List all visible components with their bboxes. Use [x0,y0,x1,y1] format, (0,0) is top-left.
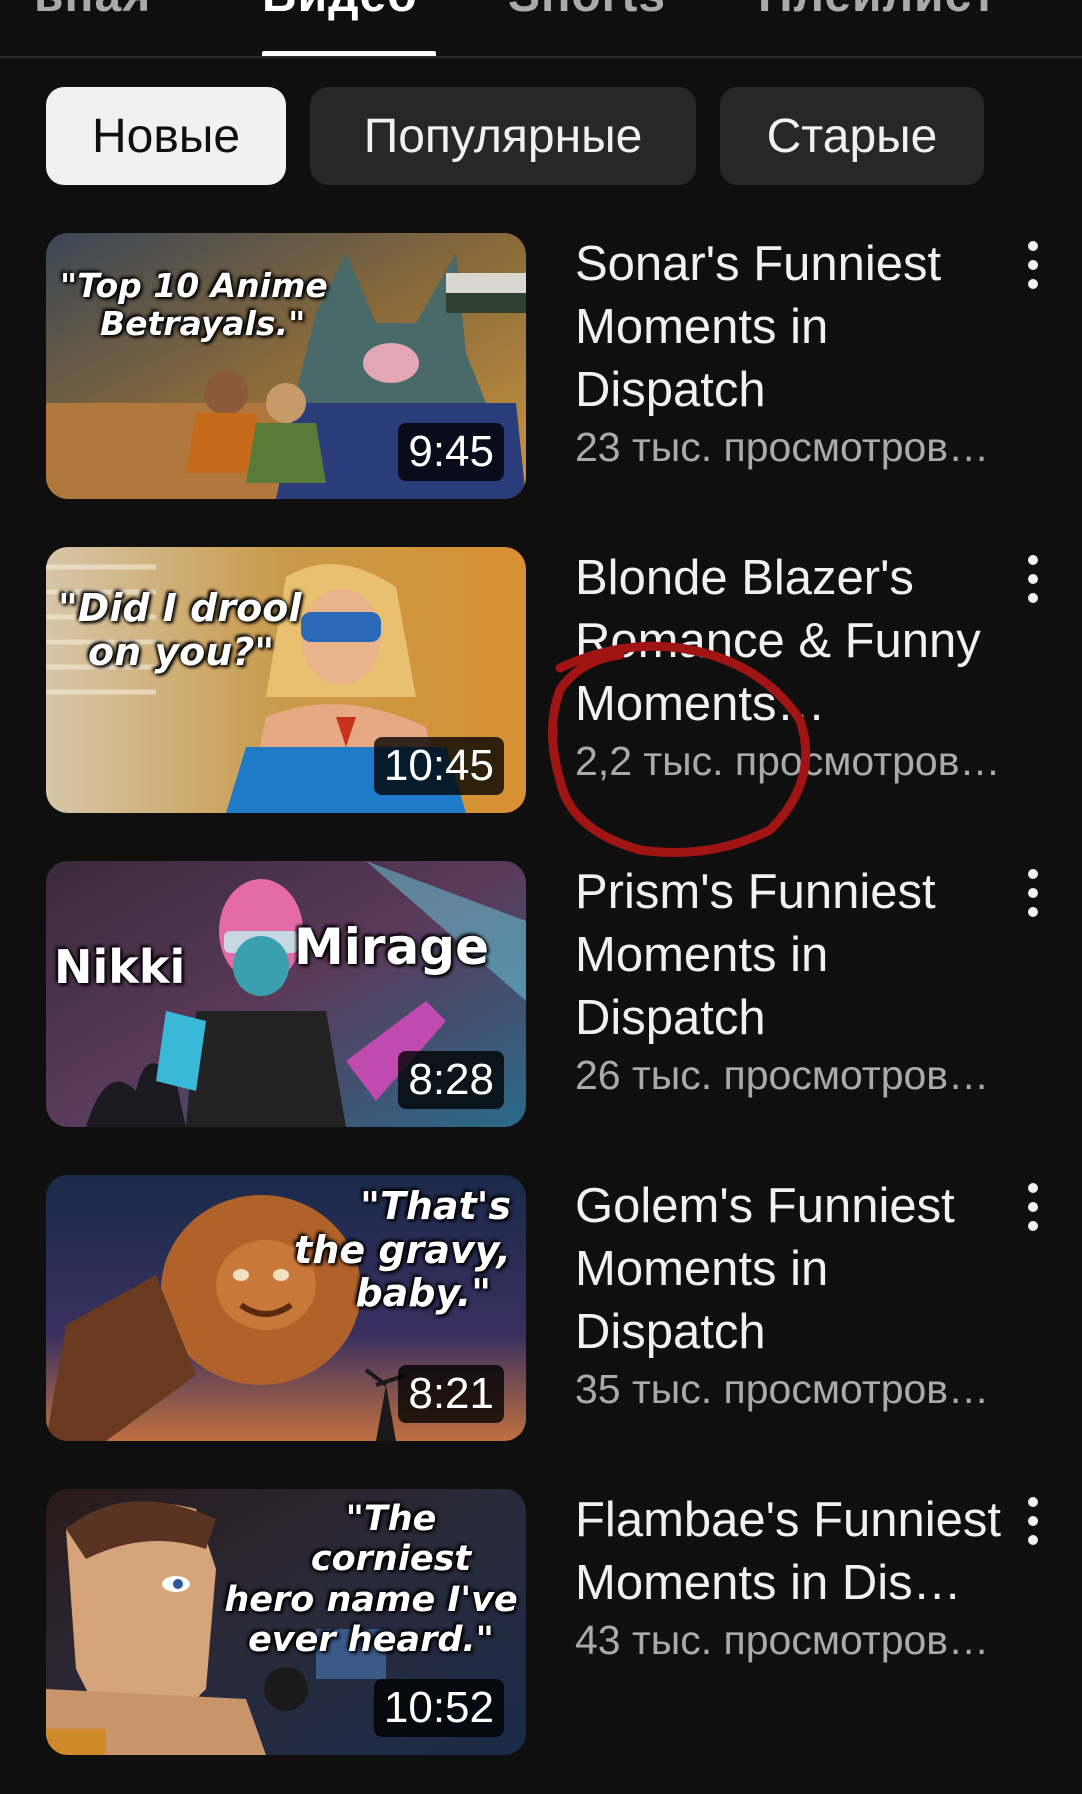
video-thumbnail[interactable]: "The corniest hero name I've ever heard.… [46,1489,526,1755]
thumbnail-caption-line: Betrayals." [100,303,306,343]
thumbnail-caption-line: baby." [355,1271,491,1316]
chip-oldest[interactable]: Старые [720,87,984,185]
chip-newest[interactable]: Новые [46,87,286,185]
thumbnail-caption-line: ever heard." [248,1619,494,1660]
video-item[interactable]: "Did I drool on you?" 10:45 Blonde Blaze… [0,547,1082,817]
video-thumbnail[interactable]: Nikki Mirage 8:28 [46,861,526,1127]
thumbnail-caption-line: hero name I've [224,1579,518,1620]
video-thumbnail[interactable]: "That's the gravy, baby." 8:21 [46,1175,526,1441]
video-views: 43 тыс. просмотров… [575,1617,990,1663]
thumbnail-caption-right: Mirage [294,918,489,976]
video-item[interactable]: "The corniest hero name I've ever heard.… [0,1489,1082,1759]
kebab-menu-icon[interactable] [1020,237,1046,293]
thumbnail-caption: "The corniest hero name I've ever heard.… [221,1499,521,1660]
thumbnail-caption-line: "Top 10 Anime [60,266,328,305]
tab-main[interactable]: ьная [34,0,151,23]
video-info: Flambae's Funniest Moments in Dis… 43 ты… [575,1489,1035,1664]
video-duration: 9:45 [398,423,504,481]
tab-playlists[interactable]: Плейлист [758,0,997,23]
video-views: 35 тыс. просмотров… [575,1366,990,1412]
thumbnail-caption: "That's the gravy, baby." [294,1184,511,1316]
chip-popular[interactable]: Популярные [310,87,696,185]
video-title[interactable]: Flambae's Funniest Moments in Dis… [575,1489,1005,1615]
thumbnail-caption: "Did I drool on you?" [58,586,302,674]
video-title[interactable]: Blonde Blazer's Romance & Funny Moments… [575,547,1005,736]
thumbnail-caption-line: "That's [360,1184,511,1228]
video-views: 23 тыс. просмотров… [575,424,990,470]
video-duration: 10:52 [373,1679,504,1737]
video-duration: 8:28 [398,1051,504,1109]
tab-videos[interactable]: Видео [262,0,418,23]
thumbnail-caption: "Top 10 Anime Betrayals." [60,267,328,343]
kebab-menu-icon[interactable] [1020,1179,1046,1235]
kebab-menu-icon[interactable] [1020,551,1046,607]
video-info: Golem's Funniest Moments in Dispatch 35 … [575,1175,1035,1413]
video-info: Blonde Blazer's Romance & Funny Moments…… [575,547,1035,785]
kebab-menu-icon[interactable] [1020,1493,1046,1549]
channel-tab-bar: ьная Видео Shorts Плейлист [0,0,1082,58]
kebab-menu-icon[interactable] [1020,865,1046,921]
thumbnail-caption-left: Nikki [54,940,186,994]
video-item[interactable]: Nikki Mirage 8:28 Prism's Funniest Momen… [0,861,1082,1131]
video-title[interactable]: Prism's Funniest Moments in Dispatch [575,861,1005,1050]
video-duration: 8:21 [398,1365,504,1423]
video-title[interactable]: Sonar's Funniest Moments in Dispatch [575,233,1005,422]
tab-shorts[interactable]: Shorts [508,0,666,23]
video-thumbnail[interactable]: "Did I drool on you?" 10:45 [46,547,526,813]
channel-videos-page: ьная Видео Shorts Плейлист Новые Популяр… [0,0,1082,1794]
video-item[interactable]: "Top 10 Anime Betrayals." 9:45 Sonar's F… [0,233,1082,503]
tab-divider [0,56,1082,58]
thumbnail-caption-line: "Did I drool [58,586,302,630]
thumbnail-caption-line: the gravy, [294,1227,511,1272]
video-info: Prism's Funniest Moments in Dispatch 26 … [575,861,1035,1099]
video-views: 26 тыс. просмотров… [575,1052,990,1098]
video-thumbnail[interactable]: "Top 10 Anime Betrayals." 9:45 [46,233,526,499]
thumbnail-caption-line: "The corniest [310,1499,472,1580]
video-title[interactable]: Golem's Funniest Moments in Dispatch [575,1175,1005,1364]
video-item[interactable]: "That's the gravy, baby." 8:21 Golem's F… [0,1175,1082,1445]
thumbnail-caption-line: on you?" [88,629,275,674]
video-duration: 10:45 [373,737,504,795]
video-info: Sonar's Funniest Moments in Dispatch 23 … [575,233,1035,471]
video-views: 2,2 тыс. просмотров… [575,738,1001,784]
